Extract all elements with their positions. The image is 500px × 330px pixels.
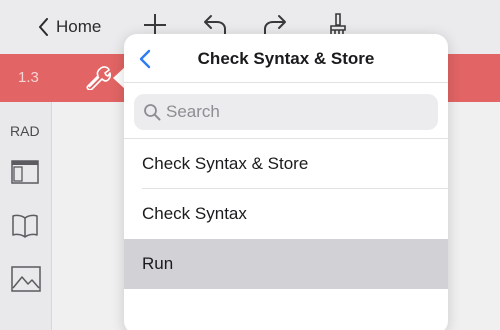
home-back-button[interactable]: Home (38, 14, 101, 40)
menu-item-check-syntax[interactable]: Check Syntax (124, 189, 448, 239)
popover-title: Check Syntax & Store (197, 49, 375, 68)
left-sidebar: RAD (0, 102, 52, 330)
angle-mode-label[interactable]: RAD (10, 123, 40, 139)
menu-item-label: Check Syntax & Store (142, 154, 309, 173)
book-icon[interactable] (11, 214, 39, 238)
search-field[interactable] (134, 94, 438, 130)
layout-icon[interactable] (11, 160, 39, 184)
image-icon[interactable] (11, 266, 41, 292)
search-input[interactable] (166, 94, 426, 130)
page-number[interactable]: 1.3 (18, 69, 39, 86)
menu-item-label: Run (142, 254, 174, 273)
menu-item-label: Check Syntax (142, 204, 247, 223)
home-label: Home (56, 17, 102, 36)
wrench-icon[interactable] (86, 64, 112, 90)
search-icon (144, 104, 161, 121)
menu-item-check-syntax-store[interactable]: Check Syntax & Store (124, 139, 448, 189)
popover-header: Check Syntax & Store (124, 34, 448, 83)
menu-item-run[interactable]: Run (124, 239, 448, 289)
check-syntax-popover: Check Syntax & Store Check Syntax & Stor… (124, 34, 448, 330)
chevron-left-icon (39, 18, 48, 36)
